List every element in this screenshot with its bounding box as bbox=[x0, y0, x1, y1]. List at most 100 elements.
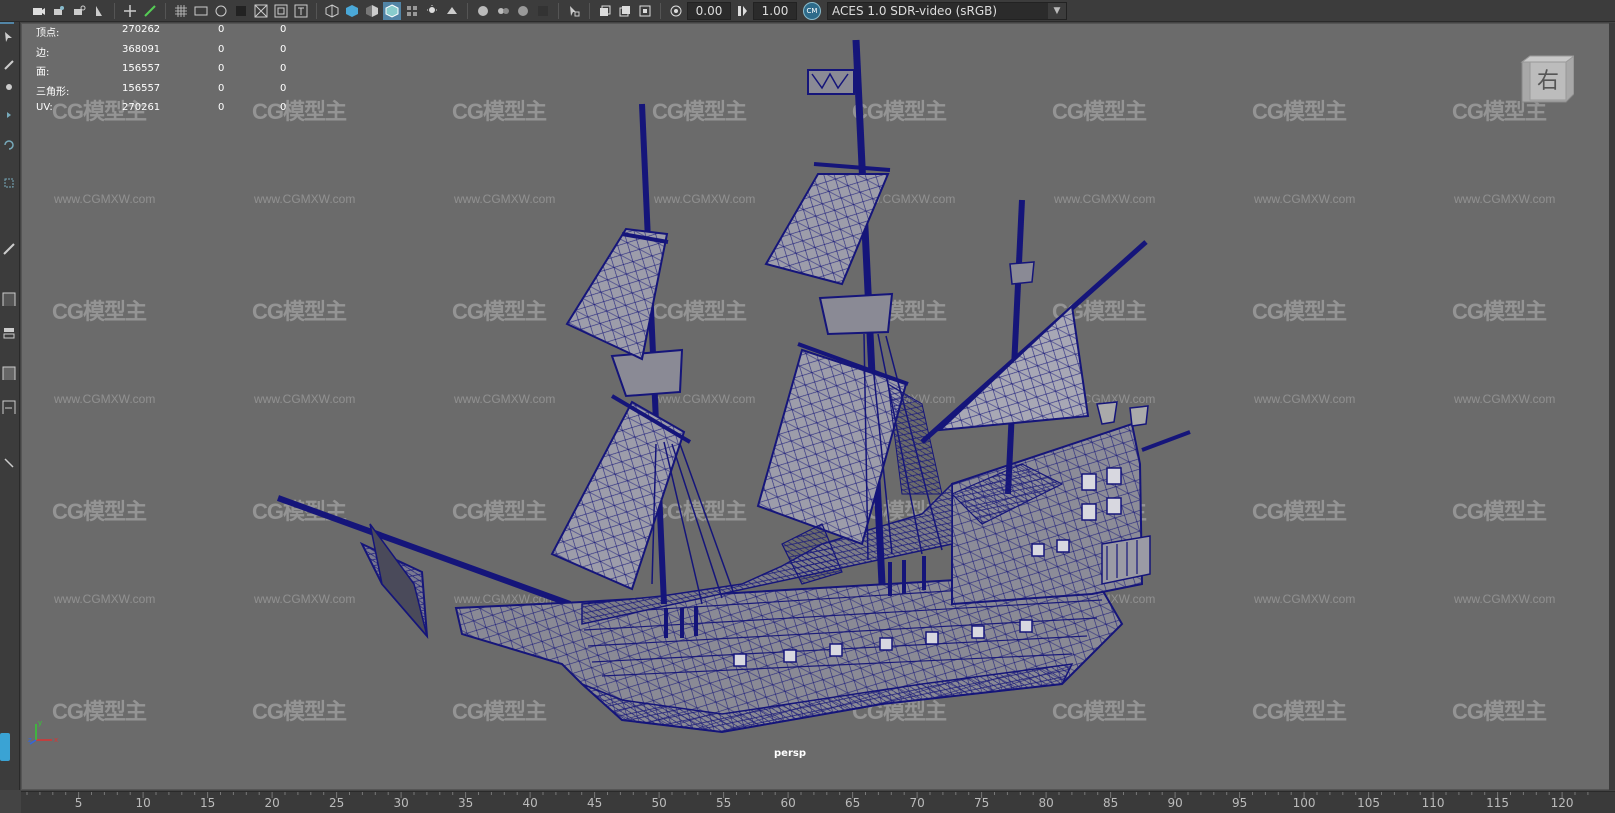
smooth-shade-icon[interactable] bbox=[343, 2, 361, 20]
isolate-select-icon[interactable] bbox=[565, 2, 583, 20]
hud-total: 156557 bbox=[122, 82, 161, 94]
time-slider[interactable]: 5 10 15 20 25 30 35 40 45 50 55 60 65 70 75 80 85 90 95 100… bbox=[21, 791, 1615, 813]
gamma-icon[interactable] bbox=[733, 2, 751, 20]
exposure-input[interactable]: 0.00 bbox=[687, 1, 731, 20]
time-tick-label: 40 bbox=[522, 796, 538, 810]
axis-gizmo: x y z bbox=[28, 719, 58, 745]
camera-name-label: persp bbox=[774, 748, 806, 759]
layout-outliner-icon[interactable] bbox=[2, 400, 16, 414]
hud-total: 270261 bbox=[122, 102, 161, 113]
grease-pencil-icon[interactable] bbox=[141, 2, 159, 20]
view-cube[interactable]: 右 bbox=[1518, 54, 1574, 104]
component-xray-icon[interactable] bbox=[636, 2, 654, 20]
hud-selected: 0 bbox=[218, 82, 225, 94]
lasso-icon[interactable] bbox=[2, 58, 16, 72]
paint-select-icon[interactable] bbox=[2, 80, 16, 94]
hud-label: 边: bbox=[36, 47, 50, 59]
select-arrow-icon[interactable] bbox=[2, 30, 16, 44]
perspective-viewport[interactable]: CG模型主 CG模型主 CG模型主 CG模型主 CG模型主 CG模型主 CG模型主 CG模型主… bbox=[21, 23, 1615, 790]
xray-joints-icon[interactable] bbox=[596, 2, 614, 20]
wireframe-icon[interactable] bbox=[323, 2, 341, 20]
toolbar-divider bbox=[467, 2, 468, 19]
axis-y-label: y bbox=[38, 719, 42, 727]
time-tick-label: 65 bbox=[844, 796, 861, 810]
exposure-icon[interactable] bbox=[667, 2, 685, 20]
poly-count-hud: 顶点: 270262 0 0 边: 368091 0 0 面: 156557 0… bbox=[36, 24, 336, 122]
hud-component: 0 bbox=[280, 82, 287, 94]
hud-component: 0 bbox=[280, 102, 287, 113]
time-tick-label: 15 bbox=[199, 796, 216, 810]
gamma-input[interactable]: 1.00 bbox=[753, 1, 797, 20]
hud-selected: 0 bbox=[218, 102, 225, 113]
move-tool-icon[interactable] bbox=[2, 108, 16, 122]
gate-mask-icon[interactable] bbox=[232, 2, 250, 20]
time-tick-label: 85 bbox=[1102, 796, 1119, 810]
time-tick-label: 10 bbox=[135, 796, 151, 810]
motion-blur-icon[interactable] bbox=[494, 2, 512, 20]
rotate-tool-icon[interactable] bbox=[2, 138, 16, 152]
status-indicator bbox=[0, 733, 10, 761]
ship-wireframe-model[interactable] bbox=[22, 24, 1615, 790]
axis-x-label: x bbox=[54, 736, 58, 744]
safe-title-icon[interactable] bbox=[292, 2, 310, 20]
hud-component: 0 bbox=[280, 63, 287, 74]
view-cube-face-label: 右 bbox=[1537, 69, 1559, 94]
camera-icon[interactable] bbox=[30, 2, 48, 20]
field-chart-icon[interactable] bbox=[252, 2, 270, 20]
toolbar-divider bbox=[660, 2, 661, 19]
hud-label: 顶点: bbox=[36, 28, 60, 39]
hud-total: 368091 bbox=[122, 43, 161, 55]
last-tool-icon[interactable] bbox=[2, 242, 16, 256]
toolbar-divider bbox=[558, 2, 559, 19]
hud-total: 156557 bbox=[122, 63, 161, 74]
xray-active-icon[interactable] bbox=[616, 2, 634, 20]
2d-pan-icon[interactable] bbox=[121, 2, 139, 20]
time-tick-label: 100 bbox=[1292, 796, 1316, 810]
xray-icon[interactable] bbox=[403, 2, 421, 20]
layout-persp-outliner-icon[interactable] bbox=[2, 366, 16, 380]
aa-icon[interactable] bbox=[514, 2, 532, 20]
use-lights-icon[interactable] bbox=[423, 2, 441, 20]
screen-ao-icon[interactable] bbox=[474, 2, 492, 20]
hud-selected: 0 bbox=[218, 63, 225, 74]
safe-action-icon[interactable] bbox=[272, 2, 290, 20]
right-panel-edge bbox=[1609, 23, 1615, 790]
hud-component: 0 bbox=[280, 43, 287, 55]
color-management-icon[interactable]: CM bbox=[803, 1, 821, 20]
time-tick-label: 80 bbox=[1038, 796, 1054, 810]
bookmark-icon[interactable] bbox=[70, 2, 88, 20]
wireframe-on-shaded-icon[interactable] bbox=[383, 1, 401, 20]
layout-single-icon[interactable] bbox=[2, 292, 16, 306]
color-space-dropdown[interactable]: ACES 1.0 SDR-video (sRGB) ▼ bbox=[827, 1, 1067, 20]
time-tick-label: 50 bbox=[651, 796, 667, 810]
color-space-value: ACES 1.0 SDR-video (sRGB) bbox=[832, 3, 998, 18]
depth-of-field-icon[interactable] bbox=[534, 2, 552, 20]
scale-tool-icon[interactable] bbox=[2, 176, 16, 190]
hud-label: 三角形: bbox=[36, 86, 70, 98]
chevron-down-icon[interactable]: ▼ bbox=[1048, 2, 1066, 19]
shadows-icon[interactable] bbox=[443, 2, 461, 20]
layout-two-icon[interactable] bbox=[2, 326, 16, 340]
time-tick-label: 20 bbox=[264, 796, 280, 810]
flat-shade-icon[interactable] bbox=[363, 2, 381, 20]
time-tick-label: 110 bbox=[1421, 796, 1445, 810]
resolution-gate-icon[interactable] bbox=[212, 2, 230, 20]
hud-total: 270262 bbox=[122, 24, 161, 35]
time-tick-label: 105 bbox=[1357, 796, 1381, 810]
camera-attr-icon[interactable] bbox=[50, 2, 68, 20]
grid-icon[interactable] bbox=[172, 2, 190, 20]
time-tick-label: 60 bbox=[780, 796, 796, 810]
time-tick-label: 5 bbox=[74, 796, 83, 810]
hud-row-uvs: UV: 270261 0 0 bbox=[36, 102, 336, 122]
time-tick-label: 30 bbox=[393, 796, 409, 810]
tool-shelf bbox=[0, 0, 20, 790]
hud-row-vertices: 顶点: 270262 0 0 bbox=[36, 24, 336, 44]
hud-selected: 0 bbox=[218, 43, 225, 55]
shelf-expand-icon[interactable] bbox=[2, 456, 16, 470]
hud-component: 0 bbox=[280, 24, 287, 35]
image-plane-icon[interactable] bbox=[90, 2, 108, 20]
film-gate-icon[interactable] bbox=[192, 2, 210, 20]
hud-selected: 0 bbox=[218, 24, 225, 35]
hud-row-edges: 边: 368091 0 0 bbox=[36, 44, 336, 64]
time-tick-label: 70 bbox=[909, 796, 925, 810]
